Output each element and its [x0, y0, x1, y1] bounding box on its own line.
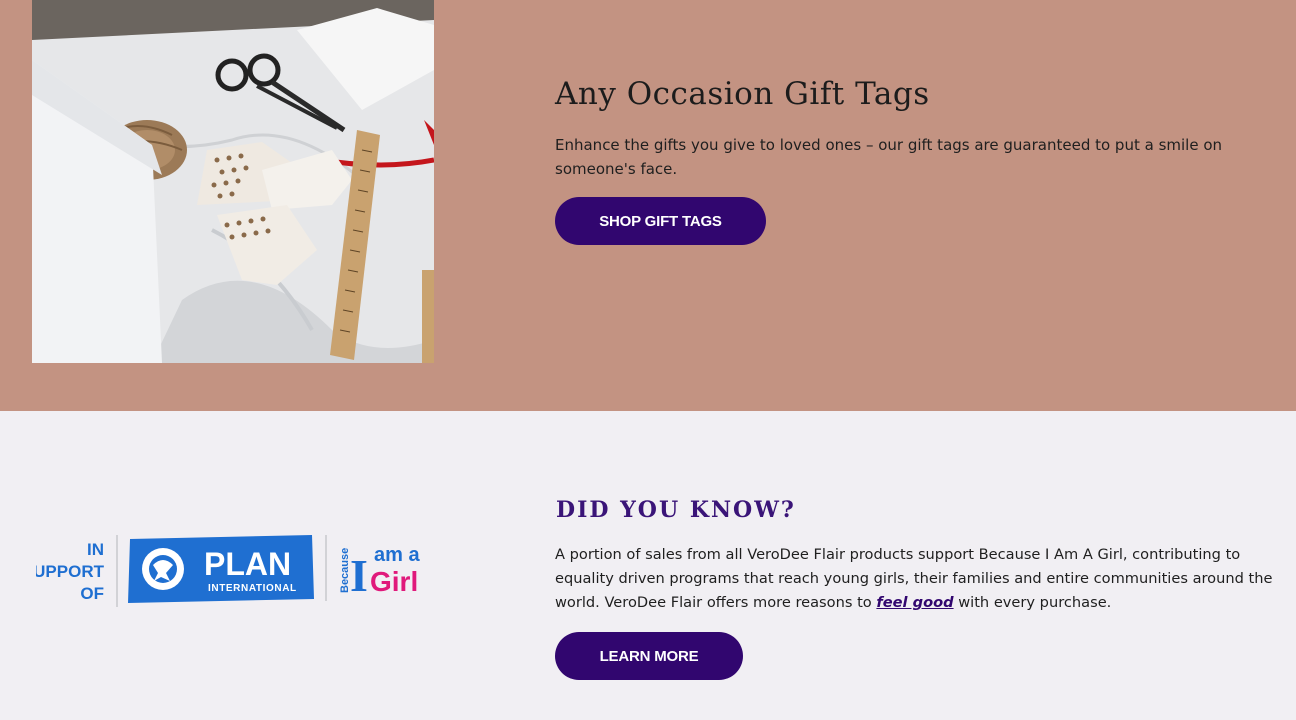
did-you-know-title: DID YOU KNOW? — [556, 497, 796, 523]
gift-tags-description: Enhance the gifts you give to loved ones… — [555, 136, 1223, 178]
feel-good-link[interactable]: feel good — [876, 594, 953, 611]
logo-in-text: IN — [87, 540, 104, 559]
logo-international-text: INTERNATIONAL — [208, 583, 297, 594]
description-text-after: with every purchase. — [953, 594, 1112, 611]
gift-tags-photo — [32, 0, 434, 363]
logo-i-text: I — [350, 550, 368, 601]
gift-tags-title: Any Occasion Gift Tags — [555, 76, 930, 112]
plan-international-logo[interactable]: IN SUPPORT OF PLAN INTERNATIONAL Because… — [22, 531, 431, 611]
logo-girl-text: Girl — [370, 566, 418, 597]
gift-tags-section: Any Occasion Gift Tags Enhance the gifts… — [0, 0, 1296, 411]
learn-more-button[interactable]: LEARN MORE — [555, 632, 743, 680]
logo-of-text: OF — [80, 584, 104, 603]
shop-gift-tags-button[interactable]: SHOP GIFT TAGS — [555, 197, 766, 245]
logo-plan-text: PLAN — [204, 546, 291, 582]
logo-am-a-text: am a — [374, 544, 420, 566]
logo-support-text: SUPPORT — [36, 562, 105, 581]
did-you-know-description: A portion of sales from all VeroDee Flai… — [555, 543, 1275, 615]
